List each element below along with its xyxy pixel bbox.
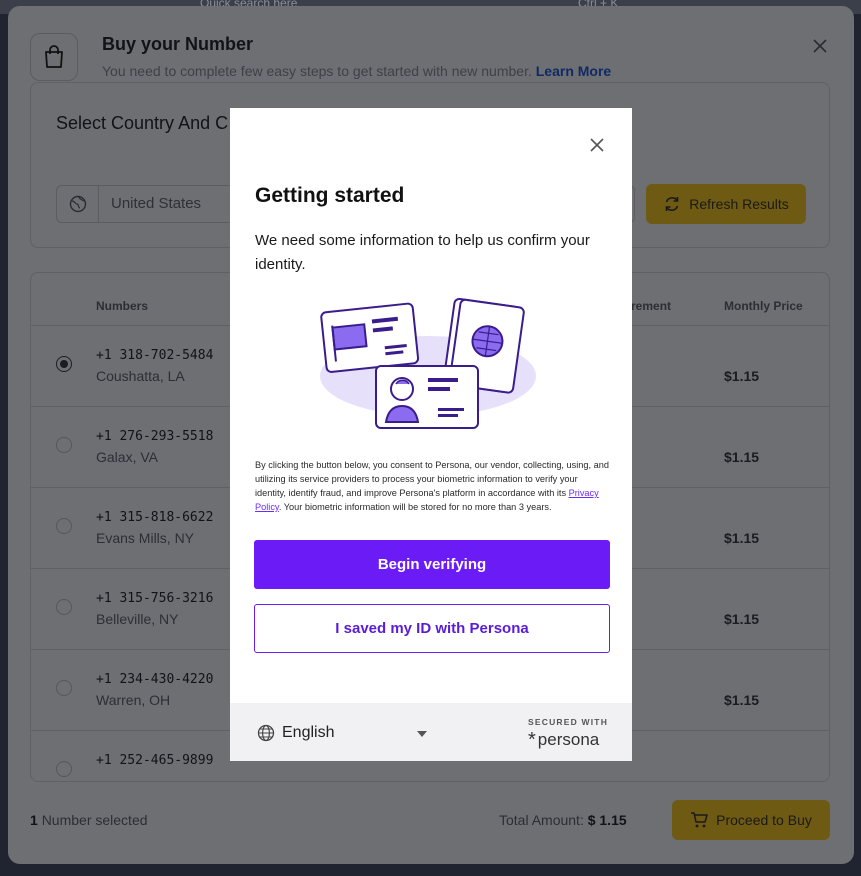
row-radio[interactable] [56, 761, 72, 777]
row-radio[interactable] [56, 356, 72, 372]
total-value: $ 1.15 [587, 812, 627, 828]
persona-footer: English SECURED WITH * persona [230, 703, 632, 761]
chevron-down-icon[interactable] [417, 731, 427, 737]
close-icon[interactable] [586, 134, 608, 156]
shopping-bag-icon [30, 33, 78, 81]
dialog-title: Buy your Number [102, 34, 254, 54]
dialog-subtitle-text: You need to complete few easy steps to g… [102, 63, 532, 79]
column-header-numbers: Numbers [96, 299, 149, 313]
column-header-monthly-price: Monthly Price [724, 299, 803, 313]
saved-id-button[interactable]: I saved my ID with Persona [254, 604, 610, 653]
number-price: $1.15 [724, 692, 760, 708]
phone-number: +1 318-702-5484 [96, 348, 214, 363]
number-location: Coushatta, LA [96, 368, 185, 384]
number-location: Warren, OH [96, 692, 171, 708]
language-value: English [282, 724, 335, 741]
begin-verifying-button[interactable]: Begin verifying [254, 540, 610, 589]
country-value: United States [111, 195, 202, 212]
persona-logo: * persona [528, 730, 599, 750]
refresh-icon [665, 197, 679, 211]
consent-text-before: By clicking the button below, you consen… [255, 460, 609, 498]
number-location: Galax, VA [96, 449, 158, 465]
phone-number: +1 315-756-3216 [96, 591, 214, 606]
cart-icon [691, 812, 708, 828]
selected-text: Number selected [41, 812, 148, 828]
close-icon[interactable] [808, 34, 832, 58]
dialog-subtitle: You need to complete few easy steps to g… [102, 63, 611, 79]
phone-number: +1 315-818-6622 [96, 510, 214, 525]
select-country-title: Select Country And C [56, 113, 229, 133]
phone-number: +1 234-430-4220 [96, 672, 214, 687]
row-radio[interactable] [56, 599, 72, 615]
persona-description: We need some information to help us conf… [255, 232, 590, 273]
asterisk-icon: * [528, 729, 536, 751]
proceed-label: Proceed to Buy [716, 812, 812, 828]
number-price: $1.15 [724, 530, 760, 546]
number-location: Evans Mills, NY [96, 530, 195, 546]
number-price: $1.15 [724, 611, 760, 627]
number-price: $1.15 [724, 368, 760, 384]
consent-text-after: . Your biometric information will be sto… [278, 502, 552, 512]
number-location: Belleville, NY [96, 611, 179, 627]
selected-count: 1 [30, 812, 38, 828]
column-header-requirement: rement [631, 299, 672, 313]
secured-with-label: SECURED WITH [528, 717, 609, 727]
persona-brand-name: persona [537, 730, 600, 749]
phone-number: +1 276-293-5518 [96, 429, 214, 444]
proceed-to-buy-button[interactable]: Proceed to Buy [672, 800, 830, 840]
row-radio[interactable] [56, 518, 72, 534]
globe-icon [257, 724, 275, 742]
row-radio[interactable] [56, 680, 72, 696]
id-cards-illustration [320, 297, 536, 429]
persona-verification-modal: Getting started We need some information… [230, 108, 632, 761]
total-amount: Total Amount: $ 1.15 [499, 812, 627, 828]
refresh-results-label: Refresh Results [689, 196, 789, 212]
learn-more-link[interactable]: Learn More [536, 63, 611, 79]
country-select[interactable]: United States [56, 185, 246, 223]
phone-number: +1 252-465-9899 [96, 753, 214, 768]
persona-consent-text: By clicking the button below, you consen… [255, 458, 611, 514]
selection-summary: 1 Number selected [30, 812, 148, 828]
row-radio[interactable] [56, 437, 72, 453]
persona-title: Getting started [255, 184, 405, 207]
number-price: $1.15 [724, 449, 760, 465]
language-select[interactable]: English [257, 724, 334, 742]
globe-icon [57, 186, 99, 222]
refresh-results-button[interactable]: Refresh Results [646, 184, 806, 224]
total-label: Total Amount: [499, 812, 584, 828]
